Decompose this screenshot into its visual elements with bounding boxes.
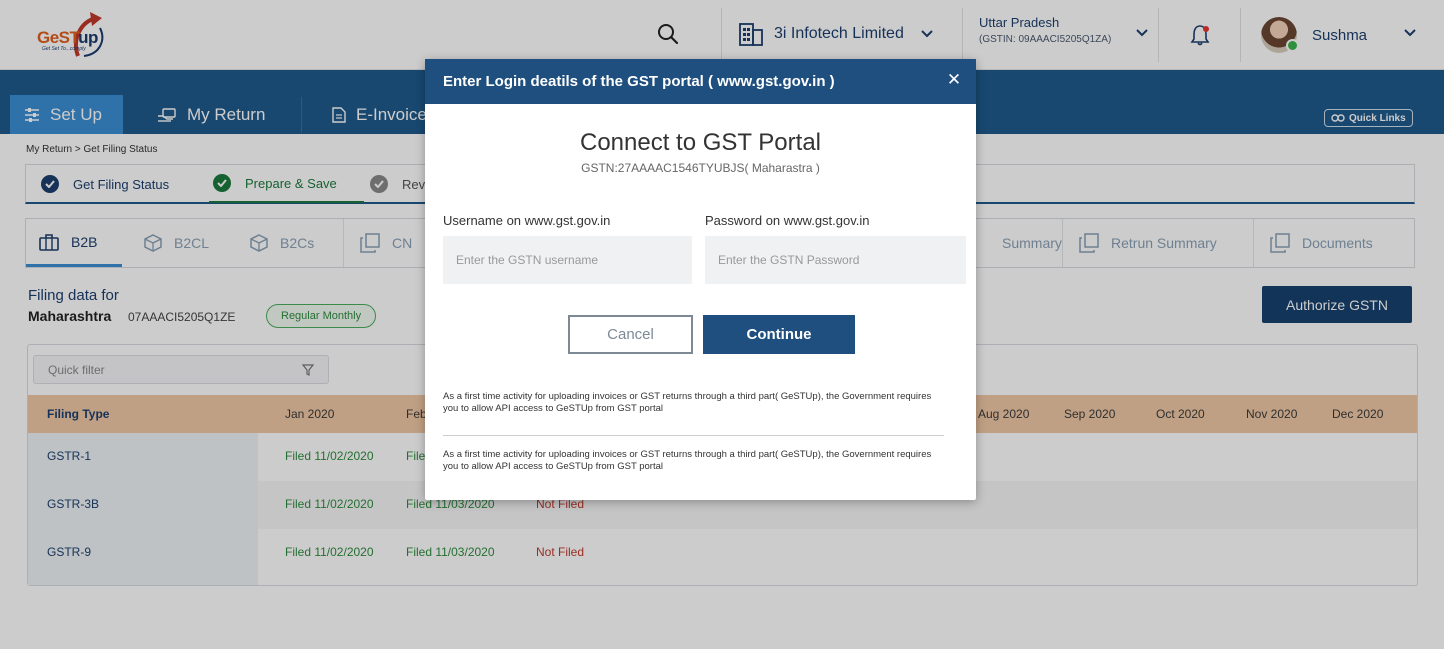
username-input[interactable]: [443, 236, 692, 284]
username-label: Username on www.gst.gov.in: [443, 213, 611, 228]
password-input[interactable]: [705, 236, 966, 284]
continue-button[interactable]: Continue: [703, 315, 855, 354]
gst-login-modal: Enter Login deatils of the GST portal ( …: [425, 59, 976, 500]
cancel-button[interactable]: Cancel: [568, 315, 693, 354]
info-note: As a first time activity for uploading i…: [443, 391, 932, 414]
modal-divider: [443, 435, 944, 436]
modal-subtitle: GSTN:27AAAAC1546TYUBJS( Maharastra ): [581, 161, 820, 175]
password-label: Password on www.gst.gov.in: [705, 213, 870, 228]
modal-header: Enter Login deatils of the GST portal ( …: [425, 59, 976, 104]
modal-header-title: Enter Login deatils of the GST portal ( …: [443, 73, 835, 90]
info-note: As a first time activity for uploading i…: [443, 449, 932, 472]
modal-title: Connect to GST Portal: [579, 129, 821, 156]
close-icon[interactable]: ✕: [946, 71, 962, 88]
